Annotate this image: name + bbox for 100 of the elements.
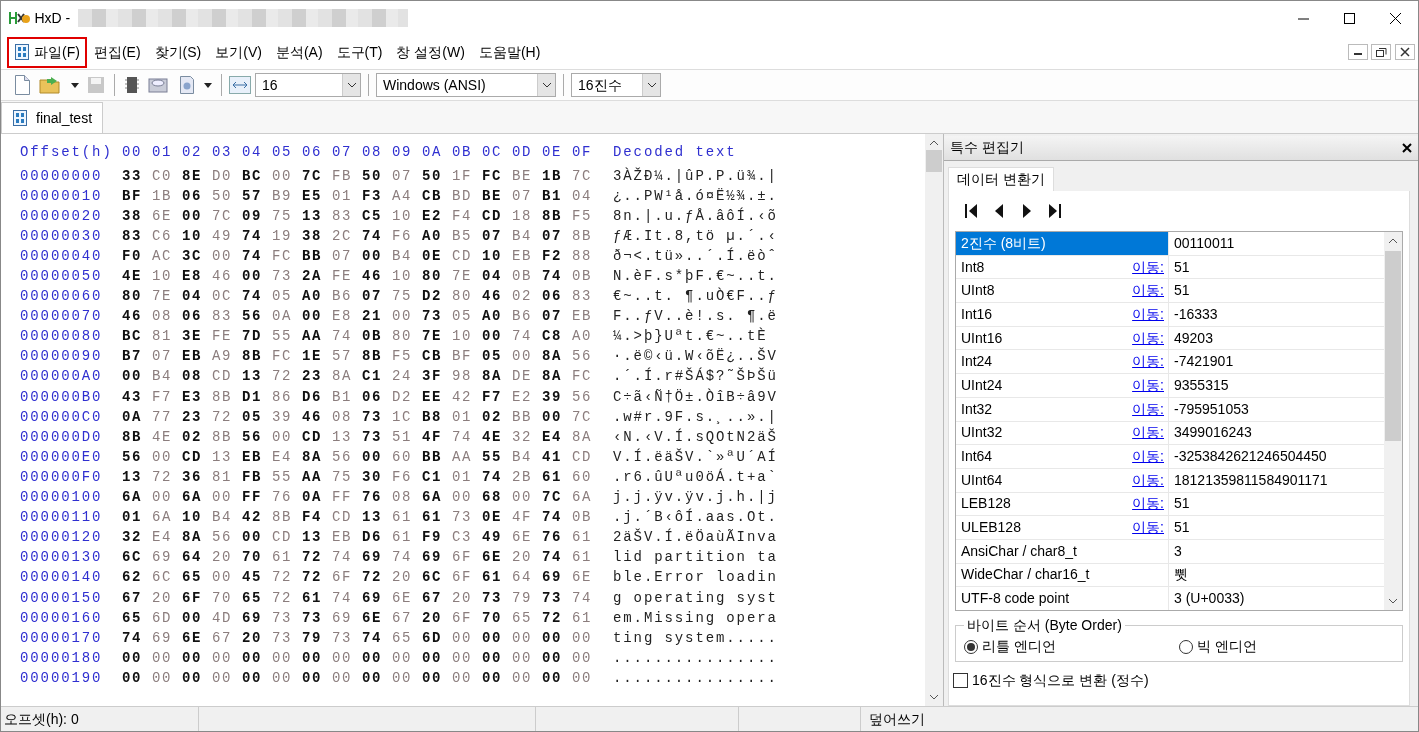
data-type-label[interactable]: UTF-8 code point [956,587,1169,610]
close-icon[interactable] [1402,142,1412,153]
checkbox[interactable] [953,673,968,688]
data-type-label[interactable]: UInt64 [961,469,1003,491]
hex-byte: 74 [572,588,593,608]
first-button[interactable] [963,203,979,219]
hex-byte: 72 [542,608,563,628]
hex-byte: 6F [182,588,203,608]
offset-label: 00000180 [20,648,104,668]
data-type-label[interactable]: LEB128 [961,493,1011,515]
document-tab[interactable]: final_test [1,102,104,133]
scrollbar-thumb[interactable] [926,150,942,172]
hex-byte: D1 [242,387,263,407]
menu-item[interactable]: 분석(A) [268,36,330,68]
hex-byte: 56 [242,427,263,447]
menu-item[interactable]: 파일(F) [7,36,87,68]
hex-byte: D2 [422,287,443,307]
column-width-icon [229,76,251,94]
menu-item[interactable]: 보기(V) [208,36,269,68]
hex-byte: 00 [572,628,593,648]
close-icon[interactable] [1387,10,1403,26]
hex-byte: 00 [122,648,143,668]
hex-byte: 07 [152,347,173,367]
hex-byte: 83 [572,287,593,307]
hex-byte: 7C [572,166,593,186]
memory-button[interactable] [122,76,142,94]
hex-byte: 23 [302,367,323,387]
hex-byte: 8B [572,226,593,246]
goto-link[interactable]: 이동: [1132,303,1164,325]
restore-icon[interactable] [1374,45,1388,59]
scrollbar-thumb[interactable] [1385,251,1401,441]
scroll-up-icon[interactable] [1388,238,1398,244]
value-cell-text: -3253842621246504450 [1173,447,1327,467]
data-type-label[interactable]: Int8 [961,256,985,278]
hex-byte: 2C [332,226,353,246]
goto-link[interactable]: 이동: [1132,327,1164,349]
data-type-label[interactable]: Int24 [961,351,993,373]
data-type-label[interactable]: UInt8 [961,280,995,302]
hex-byte: 07 [512,186,533,206]
goto-link[interactable]: 이동: [1132,446,1164,468]
hex-byte: 00 [452,488,473,508]
value-cell-text: -7421901 [1173,352,1234,372]
offset-base-dropdown[interactable]: 16진수 [571,73,661,97]
goto-link[interactable]: 이동: [1132,280,1164,302]
data-type-label[interactable]: 2진수 (8비트) [956,232,1169,255]
scrollbar[interactable] [1384,232,1402,610]
offset-label: 00000020 [20,206,104,226]
offset-label: 00000100 [20,488,104,508]
hex-byte: FC [572,367,593,387]
menu-item[interactable]: 찾기(S) [147,36,209,68]
data-type-label[interactable]: WideChar / char16_t [956,563,1169,587]
hex-byte: 06 [542,287,563,307]
hex-byte: CD [302,427,323,447]
hex-byte: 3E [182,327,203,347]
hex-byte: 6F [452,608,473,628]
data-type-label[interactable]: ULEB128 [961,517,1021,539]
data-type-label[interactable]: UInt16 [961,327,1003,349]
data-type-label[interactable]: Int64 [961,446,993,468]
scroll-down-icon[interactable] [1388,598,1398,604]
hex-byte: 00 [392,648,413,668]
hex-byte: 73 [272,608,293,628]
hex-byte: C1 [362,367,383,387]
hex-byte: 8A [542,347,563,367]
data-type-label[interactable]: Int16 [961,303,993,325]
goto-link[interactable]: 이동: [1132,351,1164,373]
goto-link[interactable]: 이동: [1132,422,1164,444]
data-type-label[interactable]: Int32 [961,398,993,420]
offset-label: 00000160 [20,608,104,628]
dropdown-button[interactable] [69,82,81,88]
panel-tab[interactable]: 데이터 변환기 [948,166,1054,191]
menu-item[interactable]: 창 설정(W) [389,36,472,68]
hex-byte: 43 [122,387,143,407]
data-type-label[interactable]: UInt24 [961,374,1003,396]
menu-item[interactable]: 도구(T) [329,36,390,68]
maximize-icon[interactable] [1341,10,1357,26]
menu-item[interactable]: 편집(E) [86,36,148,68]
goto-link[interactable]: 이동: [1132,517,1164,539]
goto-link[interactable]: 이동: [1132,374,1164,396]
decoded-text: g operating syst [613,588,778,608]
goto-link[interactable]: 이동: [1132,398,1164,420]
hex-byte: 65 [512,608,533,628]
scroll-up-icon[interactable] [929,140,939,146]
goto-link[interactable]: 이동: [1132,469,1164,491]
hex-byte: 00 [482,628,503,648]
goto-link[interactable]: 이동: [1132,256,1164,278]
scrollbar[interactable] [925,134,943,706]
hex-byte: 0E [422,246,443,266]
value-cell-text: 9355315 [1173,375,1229,395]
data-type-label[interactable]: AnsiChar / char8_t [956,539,1169,563]
encoding-dropdown[interactable]: Windows (ANSI) [376,73,556,97]
bytes-per-row-dropdown[interactable]: 16 [255,73,361,97]
hex-byte: 61 [392,528,413,548]
goto-link[interactable]: 이동: [1132,493,1164,515]
menu-item[interactable]: 도움말(H) [471,36,548,68]
last-button[interactable] [1047,203,1063,219]
hex-byte: 77 [152,407,173,427]
dropdown-button[interactable] [202,82,214,88]
close-icon[interactable] [1397,45,1412,59]
scroll-down-icon[interactable] [929,694,939,700]
data-type-label[interactable]: UInt32 [961,422,1003,444]
